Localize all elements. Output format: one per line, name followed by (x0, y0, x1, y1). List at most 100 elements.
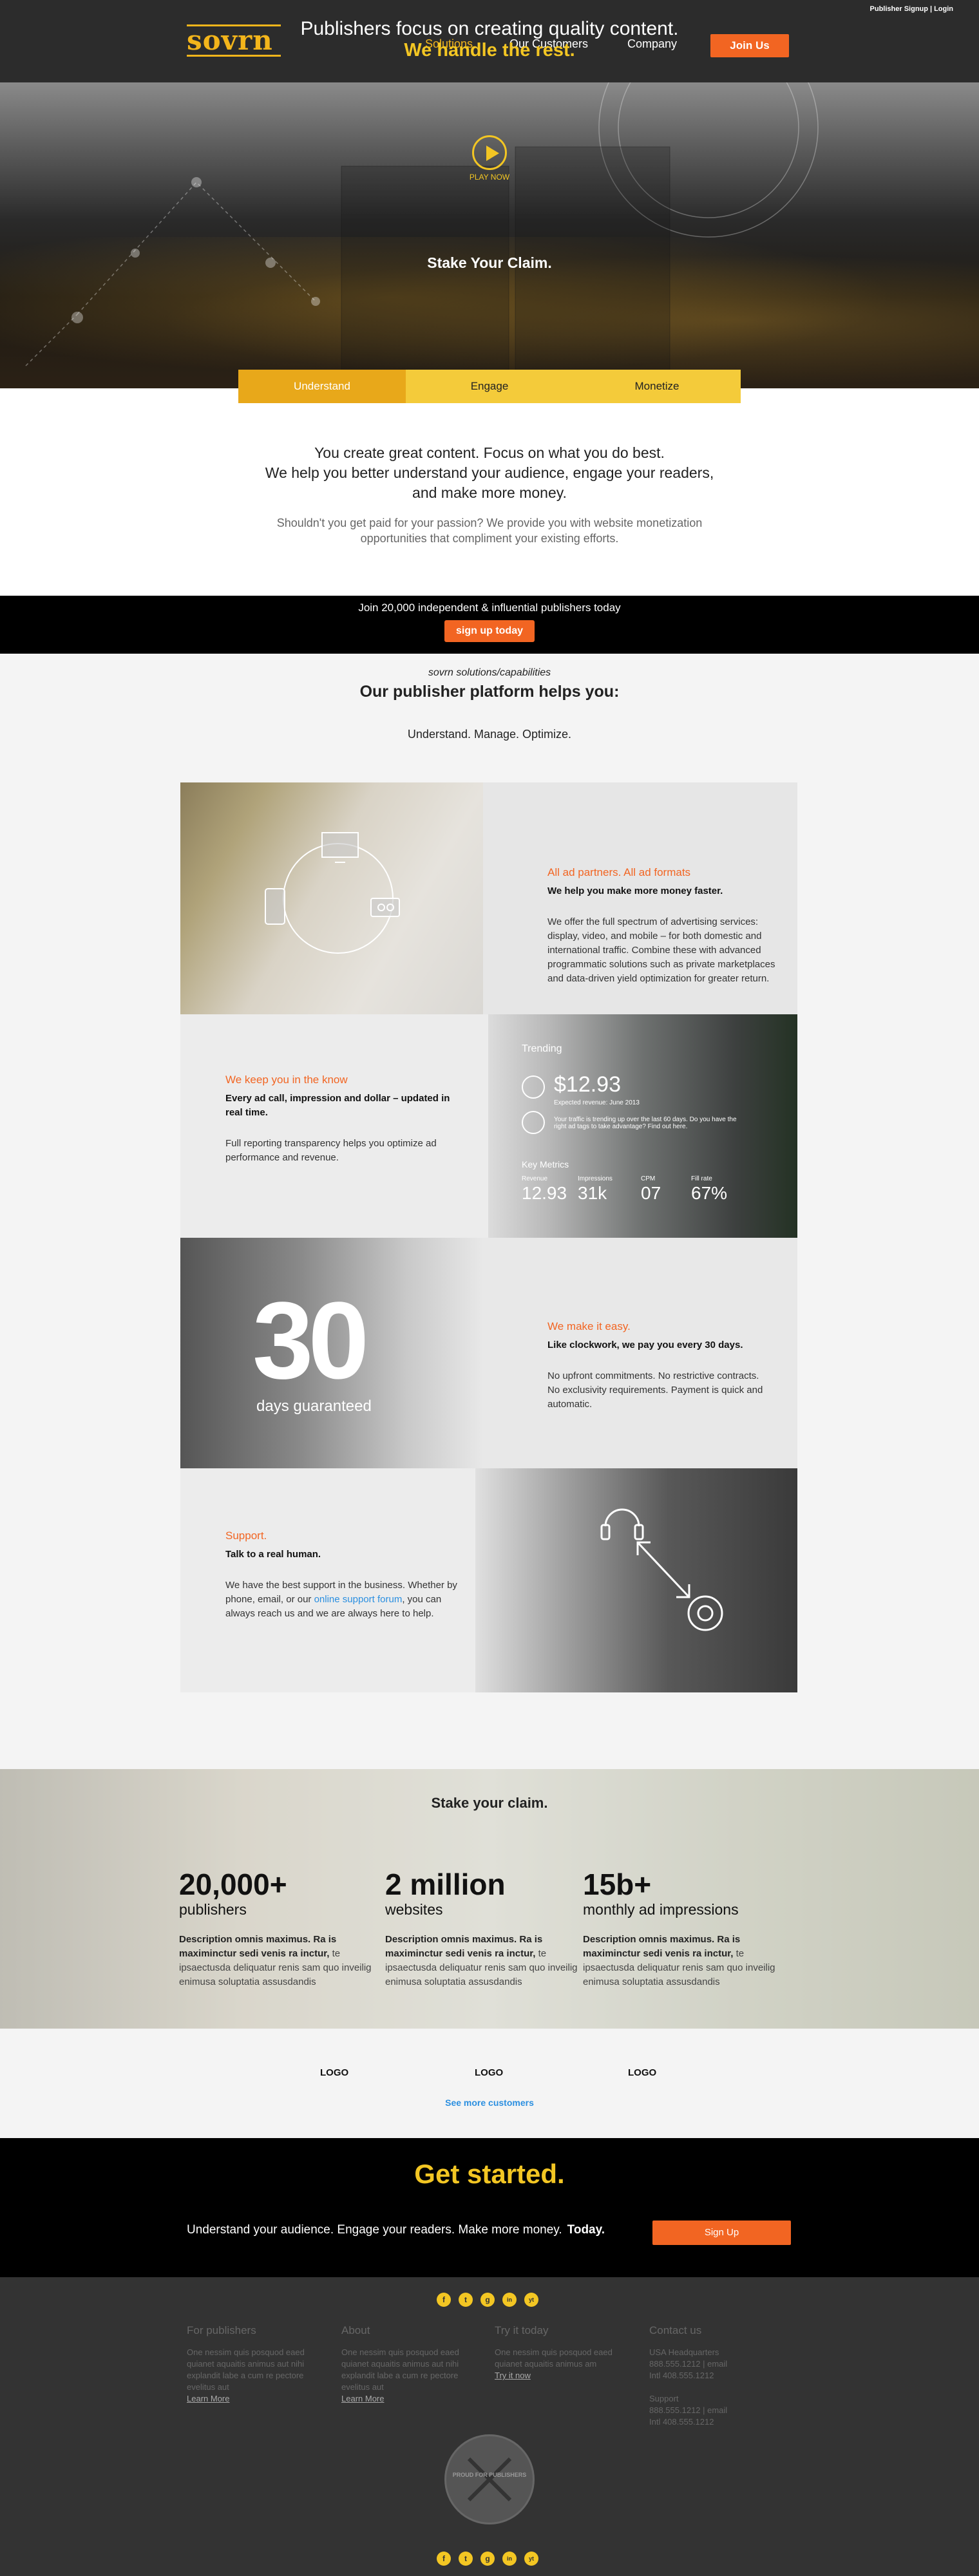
metric-label: Revenue (522, 1175, 548, 1182)
feature-heading: All ad partners. All ad formats (547, 866, 691, 878)
metric-label: Fill rate (691, 1175, 712, 1182)
try-it-now-link[interactable]: Try it now (495, 2371, 531, 2380)
platform-tagline: Understand. Manage. Optimize. (407, 728, 572, 741)
footer-col-contact: Contact us USA Headquarters 888.555.1212… (649, 2325, 784, 2428)
twitter-icon[interactable]: t (459, 2293, 473, 2307)
youtube-icon[interactable]: yt (524, 2293, 538, 2307)
sign-up-today-button[interactable]: sign up today (444, 620, 535, 642)
days-guaranteed-label: days guaranteed (256, 1397, 372, 1415)
footer-line: Intl 408.555.1212 (649, 2371, 714, 2380)
note-line: right ad tags to take advantage? Find ou… (554, 1123, 688, 1130)
sub-line: real time. (225, 1107, 268, 1118)
play-icon[interactable] (472, 135, 507, 170)
dashboard-trending-title: Trending (522, 1043, 562, 1054)
desc-line: always reach us and we are always here t… (225, 1608, 434, 1619)
feature-text: We make it easy. Like clockwork, we pay … (547, 1320, 786, 1412)
sub-line: Every ad call, impression and dollar – u… (225, 1093, 450, 1104)
desc-line: and data-driven yield optimization for g… (547, 973, 770, 984)
platform-kicker: sovrn solutions/capabilities (428, 667, 551, 678)
play-now-label[interactable]: PLAY NOW (451, 173, 528, 182)
desc-line: display, video, and mobile – for both do… (547, 931, 762, 942)
desc-text: phone, email, or our (225, 1594, 314, 1605)
feature-subheading: Every ad call, impression and dollar – u… (225, 1092, 470, 1120)
desc-line: No exclusivity requirements. Payment is … (547, 1385, 763, 1396)
customer-logo: LOGO (320, 2067, 349, 2078)
footer-col-about: About One nessim quis posquod eaed quian… (341, 2325, 477, 2405)
feature-ad-partners: All ad partners. All ad formats We help … (180, 782, 797, 1014)
publisher-signup-link[interactable]: Publisher Signup (870, 5, 928, 13)
get-started-title: Get started. (414, 2159, 565, 2189)
stat-number: 2 million (385, 1868, 506, 1901)
stat-publishers: 20,000+ publishers Description omnis max… (179, 1868, 372, 1989)
google-plus-icon[interactable]: g (480, 2552, 495, 2566)
tab-understand[interactable]: Understand (238, 370, 406, 403)
util-divider: | (929, 5, 933, 13)
feature-description: Full reporting transparency helps you op… (225, 1137, 470, 1165)
feature-description: No upfront commitments. No restrictive c… (547, 1369, 786, 1412)
google-plus-icon[interactable]: g (480, 2293, 495, 2307)
linkedin-icon[interactable]: in (502, 2293, 517, 2307)
customer-logo: LOGO (475, 2067, 504, 2078)
facebook-icon[interactable]: f (437, 2293, 451, 2307)
solutions-tabs: Understand Engage Monetize (238, 370, 741, 403)
intro-headline: You create great content. Focus on what … (232, 443, 747, 503)
devices-icon (265, 832, 400, 954)
linkedin-icon[interactable]: in (502, 2552, 517, 2566)
stat-description: Description omnis maximus. Ra is maximin… (583, 1933, 776, 1989)
stat-label: websites (385, 1901, 443, 1918)
hero-banner (0, 82, 979, 388)
footer-heading: Try it today (495, 2324, 549, 2336)
note-line: Your traffic is trending up over the las… (554, 1116, 737, 1123)
desc-line: We have the best support in the business… (225, 1580, 457, 1591)
footer-line: evelitus aut (187, 2382, 229, 2392)
learn-more-link[interactable]: Learn More (187, 2394, 229, 2403)
feature-description: We offer the full spectrum of advertisin… (547, 915, 786, 986)
gs-text-bold: Today. (567, 2223, 605, 2237)
footer-heading: About (341, 2324, 370, 2336)
feature-support: Support. Talk to a real human. We have t… (180, 1468, 797, 1692)
hero-headline: Publishers focus on creating quality con… (300, 18, 679, 39)
desc-line: phone, email, or our online support foru… (225, 1593, 483, 1607)
desc-line: international traffic. Combine these wit… (547, 945, 761, 956)
feature-heading: We keep you in the know (225, 1074, 348, 1086)
feature-description: We have the best support in the business… (225, 1578, 483, 1621)
footer-line: Support (649, 2394, 679, 2403)
metric-label: Impressions (578, 1175, 613, 1182)
footer-line: explandit labe a cum re pectore (187, 2371, 304, 2380)
see-more-customers-link[interactable]: See more customers (0, 2098, 979, 2108)
footer-heading: Contact us (649, 2324, 702, 2336)
tab-monetize[interactable]: Monetize (573, 370, 741, 403)
online-support-forum-link[interactable]: online support forum (314, 1594, 403, 1605)
platform-title: Our publisher platform helps you: (359, 683, 620, 701)
dashboard-amount: $12.93 (554, 1072, 621, 1097)
desc-bold: Description omnis maximus. Ra is maximin… (583, 1934, 741, 1959)
login-link[interactable]: Login (934, 5, 953, 13)
stat-websites: 2 million websites Description omnis max… (385, 1868, 578, 1989)
desc-line: programmatic solutions such as private m… (547, 959, 775, 970)
stat-label: monthly ad impressions (583, 1901, 739, 1918)
customer-logo: LOGO (628, 2067, 657, 2078)
metric-value: 07 (641, 1183, 661, 1203)
tab-engage[interactable]: Engage (406, 370, 573, 403)
proud-seal-emblem (444, 2434, 535, 2524)
dashboard-caption: Expected revenue: June 2013 (554, 1099, 640, 1106)
intro-line: You create great content. Focus on what … (314, 444, 665, 461)
feature-subheading: Talk to a real human. (225, 1549, 321, 1560)
learn-more-link[interactable]: Learn More (341, 2394, 384, 2403)
sign-up-button[interactable]: Sign Up (652, 2221, 791, 2245)
twitter-icon[interactable]: t (459, 2552, 473, 2566)
metric-value: 67% (691, 1183, 728, 1203)
feature-reporting: We keep you in the know Every ad call, i… (180, 1014, 797, 1238)
desc-text: , you can (402, 1594, 442, 1605)
footer-line: USA Headquarters (649, 2347, 719, 2357)
hero-network-graphic (25, 82, 819, 388)
youtube-icon[interactable]: yt (524, 2552, 538, 2566)
gs-text-main: Understand your audience. Engage your re… (187, 2223, 562, 2237)
stat-label: publishers (179, 1901, 247, 1918)
facebook-icon[interactable]: f (437, 2552, 451, 2566)
footer-col-try: Try it today One nessim quis posquod eae… (495, 2325, 630, 2382)
hero-subheadline: We handle the rest. (404, 40, 575, 61)
stat-description: Description omnis maximus. Ra is maximin… (179, 1933, 372, 1989)
stats-title: Stake your claim. (431, 1795, 548, 1811)
feature-subheading: We help you make more money faster. (547, 886, 723, 896)
